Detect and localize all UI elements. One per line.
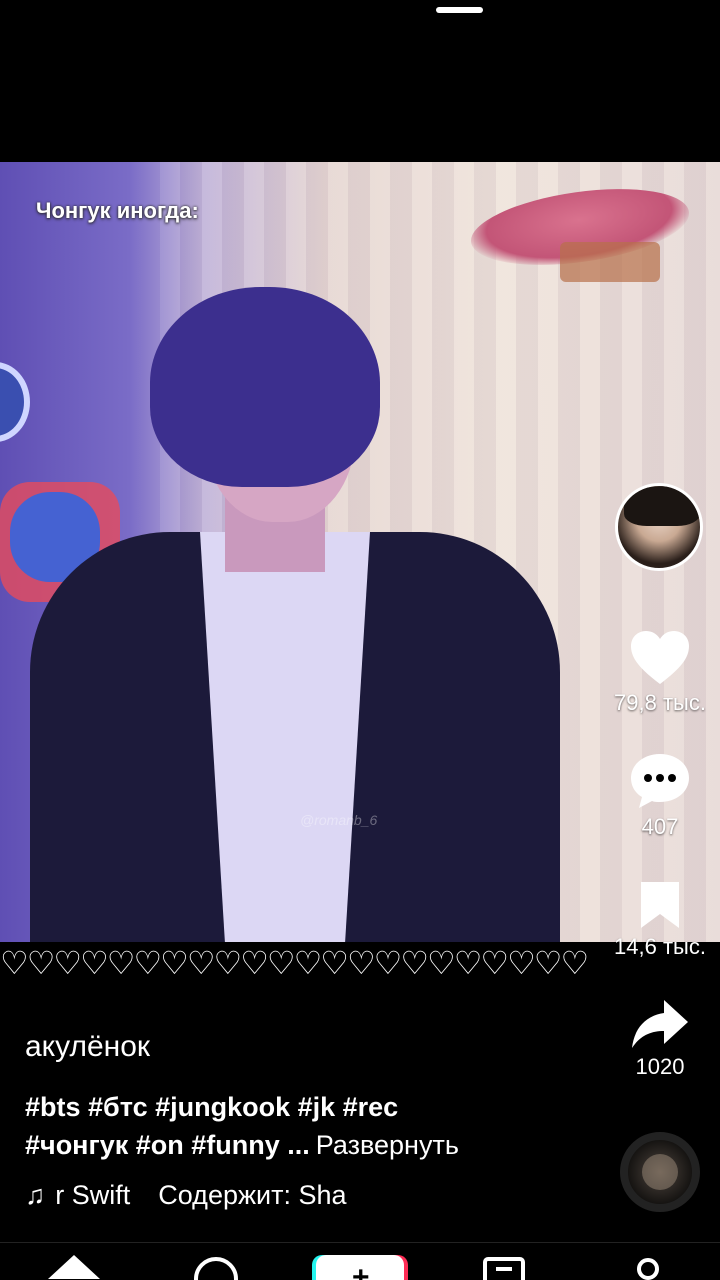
like-count: 79,8 тыс. <box>614 690 706 715</box>
comment-button[interactable]: 407 <box>605 752 715 840</box>
plus-icon: + <box>352 1261 370 1280</box>
bookmark-icon <box>605 880 715 930</box>
heart-icon <box>605 630 715 686</box>
music-note-icon: ♫ <box>25 1180 46 1210</box>
video-person-shirt <box>200 532 370 942</box>
video-person-hair <box>150 287 380 487</box>
video-lamp-base <box>560 242 660 282</box>
home-indicator <box>436 7 483 13</box>
avatar-hair <box>624 486 700 526</box>
comment-bubble-icon <box>605 752 715 810</box>
tab-home[interactable] <box>44 1253 104 1280</box>
hashtags-line-1[interactable]: #bts #бтс #jungkook #jk #rec <box>25 1088 585 1126</box>
inbox-icon <box>474 1257 534 1280</box>
video-watermark: @romanb_6 <box>300 812 378 828</box>
author-name[interactable]: акулёнок <box>25 1030 150 1064</box>
save-count: 14,6 тыс. <box>614 934 706 959</box>
expand-description-link[interactable]: Развернуть <box>316 1130 459 1160</box>
music-title: r Swift <box>55 1180 131 1210</box>
author-avatar[interactable] <box>615 483 703 571</box>
like-button[interactable]: 79,8 тыс. <box>605 630 715 716</box>
tab-profile[interactable] <box>618 1253 678 1280</box>
video-overlay-caption: Чонгук иногда: <box>36 198 199 223</box>
tab-create[interactable]: + <box>316 1253 406 1280</box>
share-count: 1020 <box>635 1054 685 1079</box>
share-button[interactable]: 1020 <box>605 998 715 1080</box>
music-disc-cover <box>642 1154 678 1190</box>
home-icon <box>44 1255 104 1280</box>
hashtags-line-2[interactable]: #чонгук #on #funny ... <box>25 1130 310 1160</box>
create-button[interactable]: + <box>316 1255 404 1280</box>
share-arrow-icon <box>605 998 715 1050</box>
tab-inbox[interactable] <box>474 1253 534 1280</box>
music-info[interactable]: ♫ r Swift Содержит: Sha <box>25 1180 385 1211</box>
bottom-tab-bar: + <box>0 1242 720 1280</box>
hashtags-line-2-row: #чонгук #on #funny ... Развернуть <box>25 1126 585 1164</box>
compass-icon <box>186 1257 246 1280</box>
post-description: #bts #бтс #jungkook #jk #rec #чонгук #on… <box>25 1088 585 1164</box>
video-decor-ring <box>0 362 30 442</box>
tab-discover[interactable] <box>186 1253 246 1280</box>
comment-count: 407 <box>641 814 679 839</box>
music-disc[interactable] <box>620 1132 700 1212</box>
music-contains-label: Содержит: Sha <box>158 1180 347 1210</box>
save-button[interactable]: 14,6 тыс. <box>605 880 715 960</box>
profile-icon <box>618 1258 678 1280</box>
